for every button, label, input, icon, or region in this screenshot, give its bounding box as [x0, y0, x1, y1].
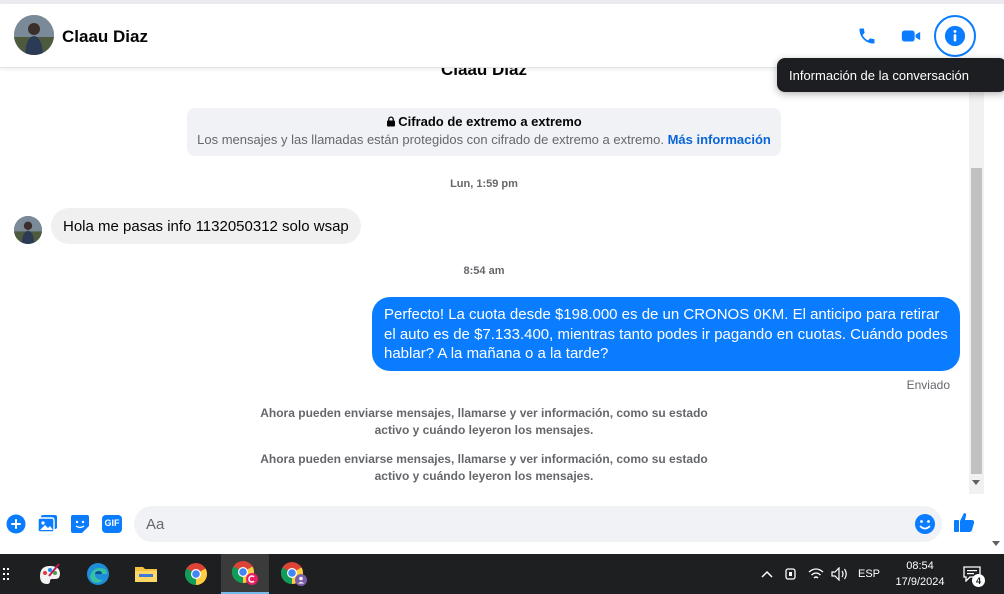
scroll-down-arrow[interactable]	[972, 480, 980, 485]
taskbar-app-paint[interactable]	[28, 554, 72, 594]
gif-button[interactable]: GIF	[100, 512, 124, 536]
like-button[interactable]	[952, 510, 976, 534]
encryption-notice: Cifrado de extremo a extremo Los mensaje…	[187, 108, 781, 156]
tray-language[interactable]: ESP	[855, 554, 883, 594]
meet-icon	[785, 568, 796, 580]
windows-taskbar: ESP 08:54 17/9/2024 4	[0, 554, 1004, 594]
incoming-message-bubble[interactable]: Hola me pasas info 1132050312 solo wsap	[51, 208, 361, 244]
notification-count-badge: 4	[972, 574, 985, 587]
system-message: Ahora pueden enviarse mensajes, llamarse…	[260, 406, 708, 437]
voice-call-button[interactable]	[849, 18, 885, 54]
more-info-link[interactable]: Más información	[668, 132, 771, 147]
speaker-icon	[831, 567, 847, 581]
taskbar-app-edge[interactable]	[76, 554, 120, 594]
message-input[interactable]: Aa	[134, 506, 942, 542]
grip-icon	[3, 568, 9, 580]
sent-status: Enviado	[906, 378, 950, 392]
tray-overflow-button[interactable]	[757, 554, 777, 594]
plus-circle-icon	[6, 514, 26, 534]
chrome-profile-icon	[232, 561, 258, 585]
taskbar-app-chrome-profile-c[interactable]	[221, 554, 269, 594]
sender-avatar[interactable]	[14, 216, 42, 244]
wifi-icon	[808, 568, 824, 579]
contact-name[interactable]: Claau Diaz	[62, 27, 148, 47]
sticker-icon	[71, 515, 89, 533]
attach-image-button[interactable]	[36, 512, 60, 536]
clock-date: 17/9/2024	[895, 576, 945, 588]
system-message: Ahora pueden enviarse mensajes, llamarse…	[260, 452, 708, 483]
message-thread[interactable]: Claau Diaz Cifrado de extremo a extremo …	[0, 68, 1004, 494]
paint-app-icon	[40, 563, 60, 584]
page-scroll-down-arrow[interactable]	[992, 541, 1000, 546]
phone-icon	[859, 28, 875, 44]
video-call-button[interactable]	[893, 18, 929, 54]
tray-volume[interactable]	[829, 554, 851, 594]
taskbar-app-file-explorer[interactable]	[124, 554, 168, 594]
folder-icon	[135, 567, 157, 582]
sticker-button[interactable]	[68, 512, 92, 536]
encryption-description: Los mensajes y las llamadas están proteg…	[197, 132, 664, 147]
taskbar-app-chrome[interactable]	[172, 554, 220, 594]
thread-scrollbar[interactable]	[969, 68, 984, 494]
timestamp-separator: 8:54 am	[463, 265, 505, 277]
info-icon	[944, 25, 966, 47]
clock-time: 08:54	[906, 560, 934, 572]
timestamp-separator: Lun, 1:59 pm	[450, 178, 518, 190]
outgoing-message-bubble[interactable]: Perfecto! La cuota desde $198.000 es de …	[372, 297, 960, 371]
task-view-button[interactable]	[0, 554, 12, 594]
message-input-placeholder: Aa	[146, 515, 165, 533]
tray-network[interactable]	[805, 554, 827, 594]
lock-icon	[387, 116, 396, 127]
chrome-icon	[185, 563, 207, 585]
image-icon	[37, 515, 57, 533]
emoji-icon	[915, 514, 935, 534]
chrome-profile-avatar-icon	[281, 562, 307, 586]
taskbar-app-chrome-profile[interactable]	[270, 554, 318, 594]
gif-label: GIF	[104, 518, 120, 528]
conversation-info-button[interactable]	[934, 15, 976, 57]
taskbar-clock[interactable]: 08:54 17/9/2024	[884, 558, 956, 590]
edge-browser-icon	[87, 563, 109, 585]
contact-avatar[interactable]	[14, 15, 54, 55]
tray-meet-now[interactable]	[781, 554, 801, 594]
chevron-up-icon	[761, 570, 773, 578]
thumbs-up-icon	[954, 513, 975, 532]
video-camera-icon	[901, 30, 921, 42]
notification-center-button[interactable]: 4	[958, 554, 986, 594]
message-composer: GIF Aa	[0, 504, 990, 544]
scrollbar-thumb[interactable]	[971, 168, 982, 474]
emoji-button[interactable]	[913, 512, 937, 536]
info-tooltip: Información de la conversación	[777, 58, 1004, 92]
more-actions-button[interactable]	[4, 512, 28, 536]
encryption-title: Cifrado de extremo a extremo	[398, 114, 582, 129]
